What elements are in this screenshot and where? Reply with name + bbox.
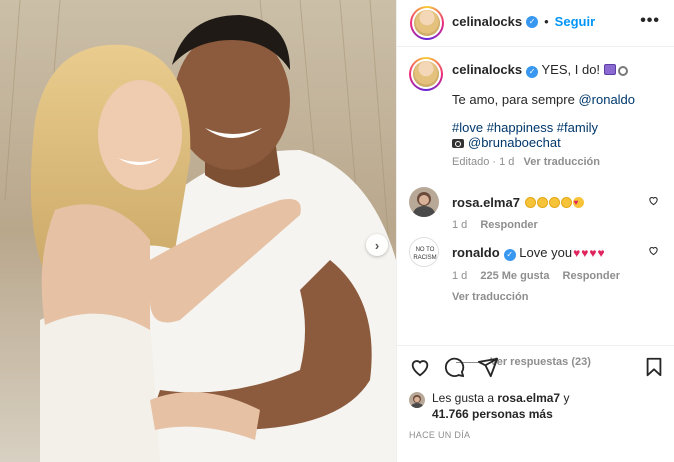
- heart-icon[interactable]: [648, 195, 659, 206]
- love-letter-emoji-icon: [604, 64, 617, 75]
- edited-label: Editado · 1 d: [452, 156, 515, 168]
- reply-button[interactable]: Responder: [480, 219, 537, 231]
- caption-line-2-text: Te amo, para sempre: [452, 92, 579, 107]
- mention-ronaldo[interactable]: @ronaldo: [578, 92, 635, 107]
- comment-meta: 1 d Responder: [452, 218, 652, 233]
- caption: celinalocks ✓ YES, I do! Te amo, para sem…: [452, 62, 667, 170]
- mention-photographer[interactable]: @brunaboechat: [468, 135, 561, 150]
- red-heart-emoji-icon: ♥: [573, 246, 581, 260]
- clap-emoji-icon: [524, 197, 536, 208]
- heart-icon[interactable]: [409, 356, 431, 378]
- comment-time: 1 d: [452, 219, 468, 231]
- red-heart-emoji-icon: ♥: [581, 246, 589, 260]
- red-heart-emoji-icon: ♥: [597, 246, 605, 260]
- share-icon[interactable]: [477, 356, 499, 378]
- action-bar: [409, 356, 665, 380]
- comment-meta: 1 d 225 Me gusta Responder: [452, 269, 652, 284]
- post-image: [0, 0, 396, 462]
- post-timestamp: HACE UN DÍA: [409, 430, 471, 440]
- camera-emoji-icon: [452, 139, 464, 148]
- comment-time: 1 d: [452, 270, 468, 282]
- see-translation-link[interactable]: Ver traducción: [452, 291, 528, 303]
- ring-emoji-icon: [618, 66, 629, 76]
- bookmark-icon[interactable]: [643, 356, 665, 378]
- heart-icon[interactable]: [648, 245, 659, 256]
- see-translation-link[interactable]: Ver traducción: [524, 156, 600, 168]
- next-photo-button[interactable]: ›: [366, 234, 388, 256]
- comment-body: ronaldo ✓ Love you♥♥♥♥ 1 d 225 Me gusta R…: [452, 245, 652, 305]
- likes-text: Les gusta a rosa.elma7 y 41.766 personas…: [432, 390, 662, 422]
- liker-username[interactable]: rosa.elma7: [497, 391, 560, 405]
- hashtags[interactable]: #love #happiness #family: [452, 120, 667, 135]
- post-actions: Les gusta a rosa.elma7 y 41.766 personas…: [397, 345, 674, 462]
- clap-emoji-icon: [536, 197, 548, 208]
- reply-button[interactable]: Responder: [563, 270, 620, 282]
- commenter-username[interactable]: rosa.elma7: [452, 195, 520, 210]
- commenter-avatar[interactable]: [409, 187, 439, 217]
- svg-text:NO TO: NO TO: [416, 247, 435, 253]
- verified-icon: ✓: [503, 249, 516, 261]
- caption-avatar[interactable]: [409, 57, 443, 91]
- photo-credit-line: @brunaboechat: [452, 135, 667, 150]
- caption-line-1: celinalocks ✓ YES, I do!: [452, 62, 667, 78]
- separator-dot: •: [544, 14, 549, 29]
- commenter-avatar[interactable]: NO TO RACISM: [409, 237, 439, 267]
- comment-body: rosa.elma7 1 d Responder: [452, 195, 652, 233]
- caption-text: YES, I do!: [541, 62, 601, 77]
- comment-likes[interactable]: 225 Me gusta: [480, 270, 549, 282]
- clap-emoji-icon: [560, 197, 572, 208]
- heart-eyes-emoji-icon: [572, 195, 584, 210]
- commenter-username[interactable]: ronaldo: [452, 245, 500, 260]
- likes-count[interactable]: 41.766 personas más: [432, 407, 553, 421]
- verified-icon: ✓: [526, 15, 539, 28]
- more-icon[interactable]: •••: [640, 12, 660, 30]
- clap-emoji-icon: [548, 197, 560, 208]
- author-line: celinalocks ✓ • Seguir: [452, 14, 595, 29]
- caption-username[interactable]: celinalocks: [452, 62, 522, 77]
- comment-translation: Ver traducción: [452, 290, 652, 305]
- post-header: celinalocks ✓ • Seguir •••: [397, 0, 674, 47]
- liker-avatar[interactable]: [409, 392, 425, 408]
- post-side-panel: celinalocks ✓ • Seguir ••• celinalocks ✓ …: [396, 0, 674, 462]
- follow-button[interactable]: Seguir: [555, 14, 595, 29]
- comments-area: celinalocks ✓ YES, I do! Te amo, para sem…: [397, 47, 674, 368]
- likes-middle: y: [560, 391, 570, 405]
- post-photo[interactable]: ›: [0, 0, 396, 462]
- author-avatar[interactable]: [410, 6, 444, 40]
- comment-text: Love you: [519, 245, 573, 260]
- comment-icon[interactable]: [443, 356, 465, 378]
- verified-icon: ✓: [526, 66, 539, 78]
- red-heart-emoji-icon: ♥: [589, 246, 597, 260]
- author-username[interactable]: celinalocks: [452, 14, 522, 29]
- chevron-right-icon: ›: [374, 237, 380, 253]
- likes-prefix: Les gusta a: [432, 391, 498, 405]
- svg-text:RACISM: RACISM: [413, 255, 436, 261]
- caption-meta: Editado · 1 d Ver traducción: [452, 155, 667, 170]
- caption-line-2: Te amo, para sempre @ronaldo: [452, 92, 667, 107]
